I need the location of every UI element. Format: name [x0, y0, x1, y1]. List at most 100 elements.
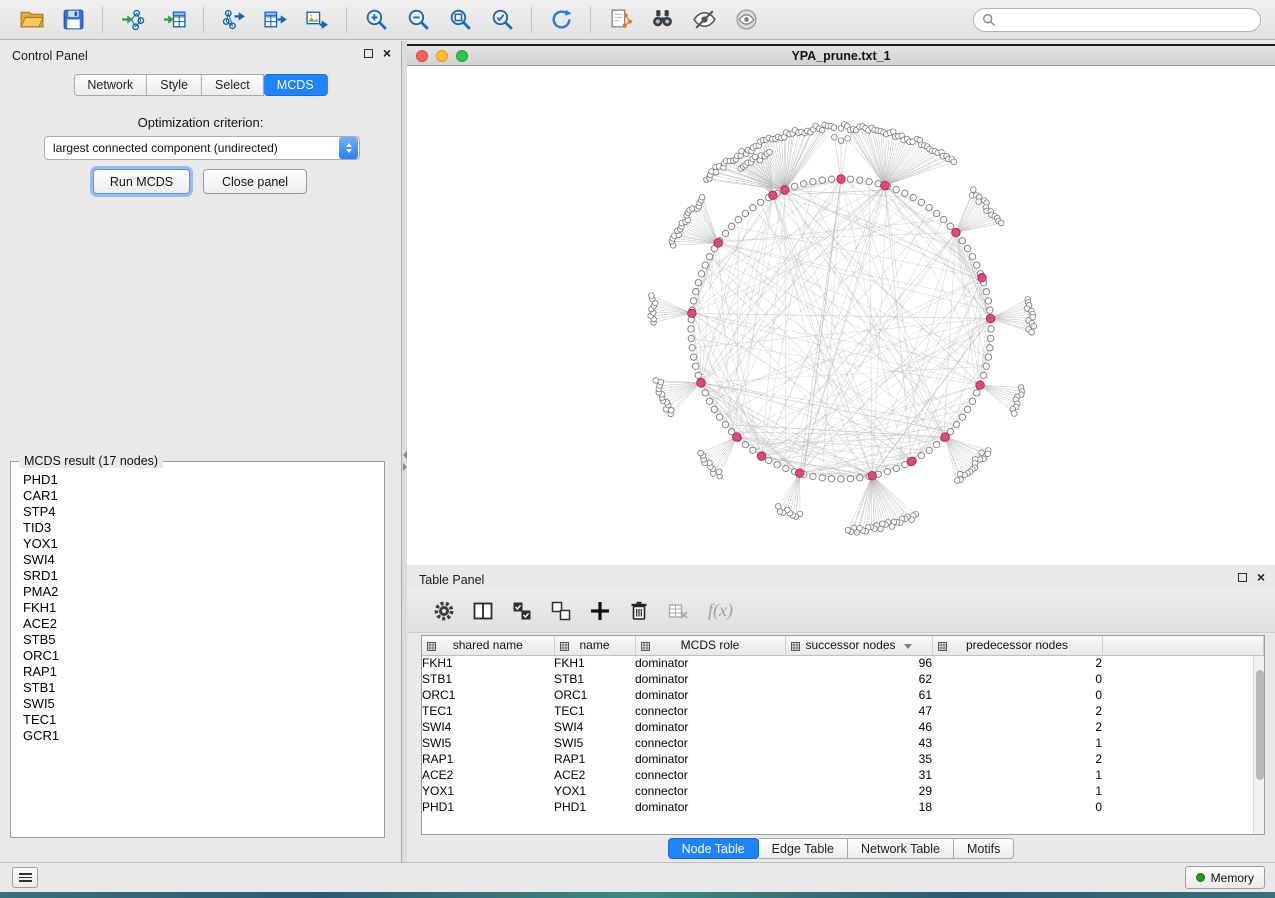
expand-right-icon[interactable]: [403, 463, 407, 471]
tab-select[interactable]: Select: [202, 74, 264, 96]
close-window-icon[interactable]: [416, 50, 428, 62]
table-row[interactable]: ACE2ACE2connector311: [422, 767, 1264, 783]
mcds-result-item[interactable]: ACE2: [15, 616, 380, 632]
table-row[interactable]: FKH1FKH1dominator962: [422, 655, 1264, 671]
column-options-icon[interactable]: [791, 640, 800, 654]
table-row[interactable]: STB1STB1dominator620: [422, 671, 1264, 687]
cell-predecessor-nodes[interactable]: 1: [932, 735, 1102, 751]
mcds-result-item[interactable]: GCR1: [15, 728, 380, 744]
mcds-result-item[interactable]: TEC1: [15, 712, 380, 728]
cell-successor-nodes[interactable]: 43: [785, 735, 932, 751]
cell-mcds-role[interactable]: connector: [635, 703, 785, 719]
zoom-out-icon[interactable]: [403, 5, 433, 35]
cell-shared-name[interactable]: SWI4: [422, 719, 554, 735]
cell-successor-nodes[interactable]: 47: [785, 703, 932, 719]
search-input[interactable]: [1002, 13, 1252, 27]
cell-predecessor-nodes[interactable]: 0: [932, 799, 1102, 815]
cell-predecessor-nodes[interactable]: 2: [932, 719, 1102, 735]
mcds-result-list[interactable]: PHD1CAR1STP4TID3YOX1SWI4SRD1PMA2FKH1ACE2…: [15, 472, 380, 833]
cell-shared-name[interactable]: FKH1: [422, 655, 554, 671]
col-successor-nodes[interactable]: successor nodes: [785, 636, 932, 655]
export-image-icon[interactable]: [302, 5, 332, 35]
share-document-icon[interactable]: [605, 5, 635, 35]
mcds-result-item[interactable]: STB1: [15, 680, 380, 696]
cell-successor-nodes[interactable]: 46: [785, 719, 932, 735]
cell-predecessor-nodes[interactable]: 2: [932, 751, 1102, 767]
cell-shared-name[interactable]: SWI5: [422, 735, 554, 751]
function-builder-icon[interactable]: f(x): [708, 600, 733, 621]
col-shared-name[interactable]: shared name: [422, 636, 554, 655]
col-name[interactable]: name: [554, 636, 635, 655]
cell-successor-nodes[interactable]: 61: [785, 687, 932, 703]
zoom-in-icon[interactable]: [361, 5, 391, 35]
deselect-all-icon[interactable]: [546, 596, 576, 626]
refresh-icon[interactable]: [546, 5, 576, 35]
cell-filler[interactable]: [1102, 655, 1264, 671]
mcds-result-item[interactable]: PHD1: [15, 472, 380, 488]
column-layout-icon[interactable]: [468, 596, 498, 626]
search-network-icon[interactable]: [647, 5, 677, 35]
cell-successor-nodes[interactable]: 31: [785, 767, 932, 783]
cell-successor-nodes[interactable]: 62: [785, 671, 932, 687]
task-history-icon[interactable]: [12, 867, 38, 888]
cell-successor-nodes[interactable]: 29: [785, 783, 932, 799]
cell-predecessor-nodes[interactable]: 2: [932, 703, 1102, 719]
float-table-panel-icon[interactable]: [1238, 573, 1247, 582]
save-icon[interactable]: [58, 5, 88, 35]
mcds-result-item[interactable]: STP4: [15, 504, 380, 520]
mcds-result-item[interactable]: SRD1: [15, 568, 380, 584]
cell-name[interactable]: YOX1: [554, 783, 635, 799]
network-canvas[interactable]: [407, 67, 1275, 565]
tab-network[interactable]: Network: [73, 74, 147, 96]
cell-predecessor-nodes[interactable]: 0: [932, 687, 1102, 703]
zoom-fit-icon[interactable]: [445, 5, 475, 35]
cell-successor-nodes[interactable]: 96: [785, 655, 932, 671]
tab-style[interactable]: Style: [147, 74, 202, 96]
gear-icon[interactable]: [429, 596, 459, 626]
mcds-result-item[interactable]: CAR1: [15, 488, 380, 504]
column-options-icon[interactable]: [427, 640, 436, 654]
cell-name[interactable]: SWI5: [554, 735, 635, 751]
cell-mcds-role[interactable]: dominator: [635, 671, 785, 687]
col-mcds-role[interactable]: MCDS role: [635, 636, 785, 655]
tab-network-table[interactable]: Network Table: [848, 838, 954, 859]
cell-name[interactable]: SWI4: [554, 719, 635, 735]
tab-node-table[interactable]: Node Table: [668, 838, 759, 859]
tab-motifs[interactable]: Motifs: [954, 838, 1014, 859]
scrollbar-thumb[interactable]: [1256, 670, 1264, 780]
show-details-icon[interactable]: [731, 5, 761, 35]
cell-name[interactable]: STB1: [554, 671, 635, 687]
cell-filler[interactable]: [1102, 767, 1264, 783]
mcds-result-item[interactable]: ORC1: [15, 648, 380, 664]
delete-row-icon[interactable]: [624, 596, 654, 626]
minimize-window-icon[interactable]: [436, 50, 448, 62]
cell-mcds-role[interactable]: connector: [635, 767, 785, 783]
col-predecessor-nodes[interactable]: predecessor nodes: [932, 636, 1102, 655]
close-panel-button[interactable]: Close panel: [203, 169, 307, 194]
cell-mcds-role[interactable]: connector: [635, 735, 785, 751]
maximize-window-icon[interactable]: [456, 50, 468, 62]
cell-name[interactable]: RAP1: [554, 751, 635, 767]
select-all-icon[interactable]: [507, 596, 537, 626]
column-options-icon[interactable]: [560, 640, 569, 654]
column-options-icon[interactable]: [641, 640, 650, 654]
mcds-result-item[interactable]: FKH1: [15, 600, 380, 616]
memory-button[interactable]: Memory: [1185, 866, 1265, 889]
float-panel-icon[interactable]: [364, 49, 373, 58]
cell-successor-nodes[interactable]: 18: [785, 799, 932, 815]
cell-mcds-role[interactable]: dominator: [635, 751, 785, 767]
cell-filler[interactable]: [1102, 719, 1264, 735]
table-row[interactable]: ORC1ORC1dominator610: [422, 687, 1264, 703]
export-network-icon[interactable]: [218, 5, 248, 35]
close-panel-icon[interactable]: ×: [383, 48, 391, 58]
cell-mcds-role[interactable]: dominator: [635, 719, 785, 735]
cell-predecessor-nodes[interactable]: 1: [932, 783, 1102, 799]
cell-filler[interactable]: [1102, 671, 1264, 687]
cell-filler[interactable]: [1102, 751, 1264, 767]
cell-name[interactable]: ORC1: [554, 687, 635, 703]
mcds-result-item[interactable]: SWI4: [15, 552, 380, 568]
table-row[interactable]: SWI5SWI5connector431: [422, 735, 1264, 751]
network-svg[interactable]: [407, 67, 1273, 565]
mcds-result-item[interactable]: RAP1: [15, 664, 380, 680]
cell-predecessor-nodes[interactable]: 2: [932, 655, 1102, 671]
